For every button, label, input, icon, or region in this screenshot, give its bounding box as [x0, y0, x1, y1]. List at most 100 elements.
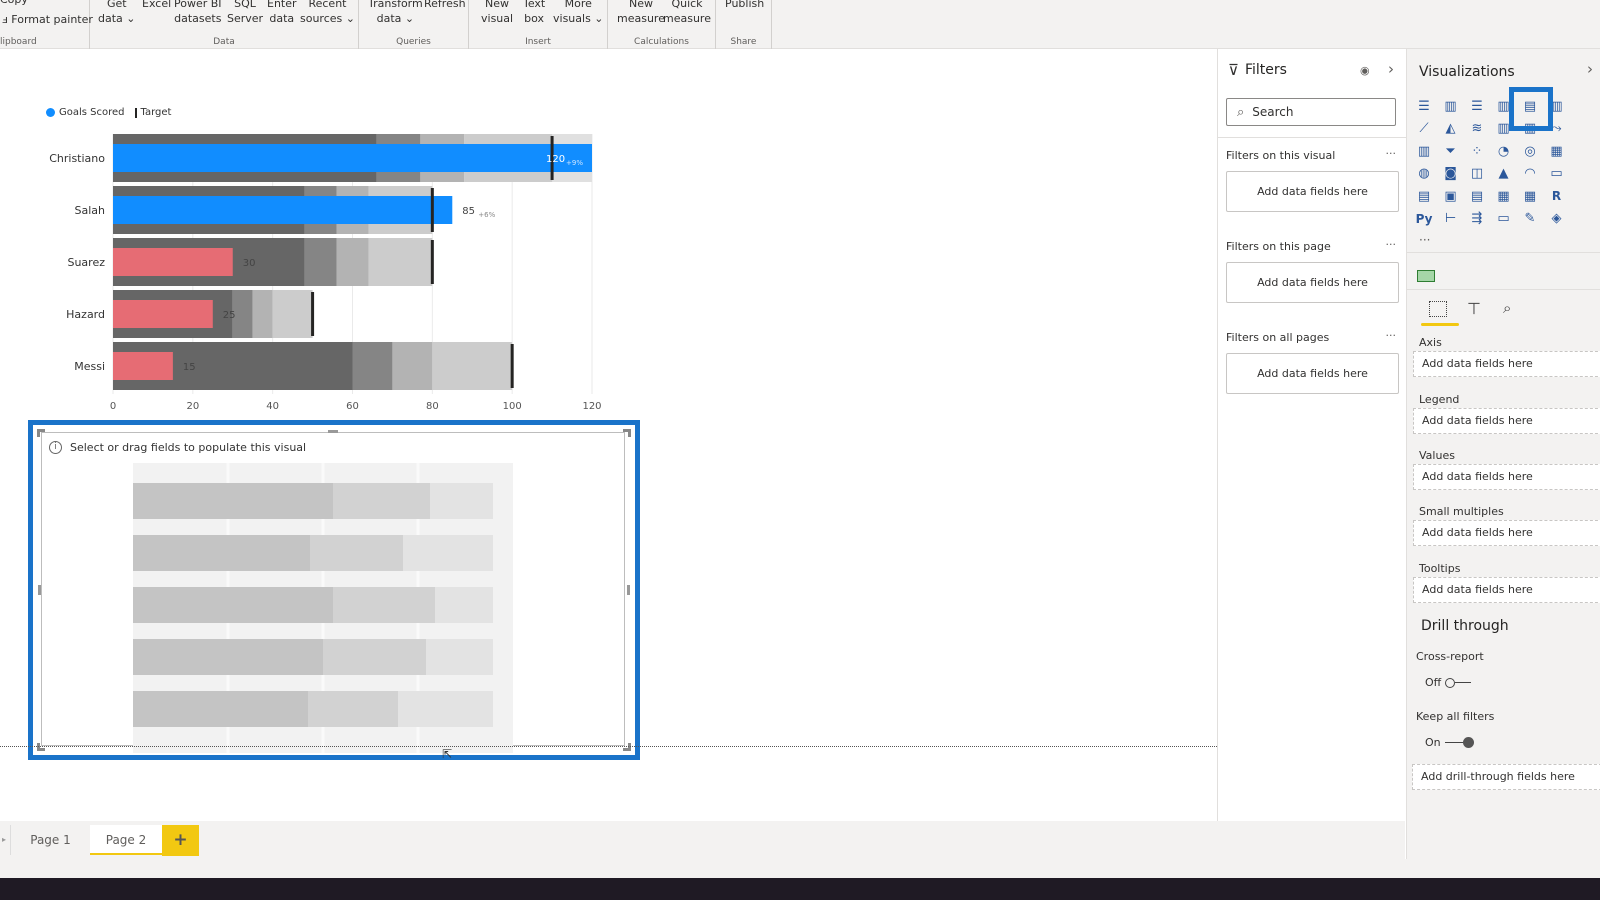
waterfall-icon[interactable]: ▥ — [1415, 142, 1433, 160]
smart-narrative-icon[interactable]: ✎ — [1521, 210, 1539, 228]
value-bar — [113, 196, 453, 224]
python-visual-icon[interactable]: Py — [1415, 210, 1433, 228]
slicer-icon[interactable]: ▤ — [1468, 187, 1486, 205]
funnel-icon[interactable]: ⏷ — [1442, 142, 1460, 160]
custom-visual-icon[interactable] — [1417, 270, 1435, 282]
enter-data-button[interactable]: Enter data — [267, 0, 297, 26]
resize-handle-top[interactable] — [328, 430, 338, 433]
analytics-magnifier-icon[interactable]: ⌕ — [1503, 299, 1511, 317]
azure-map-icon[interactable]: ▲ — [1495, 165, 1513, 183]
value-bar — [113, 352, 173, 380]
gauge-icon[interactable]: ◠ — [1521, 165, 1539, 183]
line-chart-icon[interactable]: ⟋ — [1415, 120, 1433, 138]
get-data-button[interactable]: Get data ⌄ — [98, 0, 136, 26]
cross-report-label: Cross-report — [1416, 650, 1484, 663]
field-well-legend[interactable]: Add data fields here — [1413, 408, 1600, 434]
publish-button[interactable]: Publish — [725, 0, 764, 11]
resize-handle-bottom-left[interactable] — [37, 743, 45, 751]
donut-icon[interactable]: ◎ — [1521, 142, 1539, 160]
bullet-chart-visual[interactable]: Goals Scored Target Christiano 120 +9% Sala… — [40, 95, 602, 425]
filled-map-icon[interactable]: ◙ — [1442, 165, 1460, 183]
btn-line2: measure — [663, 12, 711, 25]
value-bar — [113, 144, 592, 172]
field-well-axis[interactable]: Add data fields here — [1413, 351, 1600, 377]
scatter-icon[interactable]: ⁘ — [1468, 142, 1486, 160]
shape-map-icon[interactable]: ◫ — [1468, 165, 1486, 183]
field-well-label-tooltips: Tooltips — [1419, 562, 1461, 575]
power-bi-datasets-button[interactable]: Power BI datasets — [174, 0, 222, 26]
resize-handle-top-left[interactable] — [37, 429, 45, 437]
qa-icon[interactable]: ▭ — [1495, 210, 1513, 228]
resize-handle-bottom-right[interactable] — [623, 743, 631, 751]
field-well-values[interactable]: Add data fields here — [1413, 464, 1600, 490]
resize-handle-top-right[interactable] — [623, 429, 631, 437]
map-icon[interactable]: ◍ — [1415, 165, 1433, 183]
group-label-insert: Insert — [525, 37, 551, 47]
stacked-area-icon[interactable]: ≋ — [1468, 120, 1486, 138]
stacked-bar-icon[interactable]: ☰ — [1415, 97, 1433, 115]
refresh-button[interactable]: Refresh — [424, 0, 466, 11]
new-measure-button[interactable]: New measure — [617, 0, 665, 26]
sql-server-button[interactable]: SQL Server — [227, 0, 263, 26]
excel-button[interactable]: Excel — [142, 0, 171, 11]
field-well-tooltips[interactable]: Add data fields here — [1413, 577, 1600, 603]
filters-visual-well[interactable]: Add data fields here — [1226, 171, 1399, 212]
copy-button[interactable]: Copy — [0, 0, 28, 7]
page-tab-2[interactable]: Page 2 — [90, 825, 162, 855]
eye-icon[interactable]: ◉ — [1360, 64, 1370, 77]
r-visual-icon[interactable]: R — [1548, 187, 1566, 205]
format-paint-roller-icon[interactable]: ⊤ — [1467, 299, 1481, 318]
fields-tab[interactable] — [1421, 299, 1459, 326]
filters-search-input[interactable]: ⌕ Search — [1226, 98, 1396, 126]
page-tab-1[interactable]: Page 1 — [10, 825, 90, 855]
pie-icon[interactable]: ◔ — [1495, 142, 1513, 160]
report-canvas[interactable]: Goals Scored Target Christiano 120 +9% Sala… — [0, 49, 1217, 821]
mouse-cursor: ⇱ — [442, 747, 453, 761]
format-painter-button[interactable]: ⅎ Format painter — [2, 12, 93, 27]
keep-filters-toggle[interactable]: On — [1425, 736, 1475, 749]
power-apps-icon[interactable]: ◈ — [1548, 210, 1566, 228]
category-label: Suarez — [67, 256, 105, 269]
filters-page-well[interactable]: Add data fields here — [1226, 262, 1399, 303]
cross-report-toggle[interactable]: Off — [1425, 676, 1473, 689]
filters-all-pages-well[interactable]: Add data fields here — [1226, 353, 1399, 394]
transform-data-button[interactable]: Transform data ⌄ — [368, 0, 423, 26]
resize-handle-left[interactable] — [38, 585, 41, 595]
target-marker — [430, 240, 434, 284]
stacked-column-icon[interactable]: ▥ — [1442, 97, 1460, 115]
collapse-viz-chevron-icon[interactable]: › — [1587, 60, 1593, 78]
key-influencers-icon[interactable]: ⊢ — [1442, 210, 1460, 228]
bullet-band — [336, 238, 369, 286]
multirow-card-icon[interactable]: ▤ — [1415, 187, 1433, 205]
card-icon[interactable]: ▭ — [1548, 165, 1566, 183]
matrix-icon[interactable]: ▦ — [1521, 187, 1539, 205]
more-options-icon[interactable]: ··· — [1386, 329, 1397, 342]
btn-line1: Text — [523, 0, 546, 10]
x-tick-label: 120 — [582, 401, 601, 412]
more-options-icon[interactable]: ··· — [1386, 147, 1397, 160]
btn-line2: data ⌄ — [376, 12, 415, 25]
kpi-icon[interactable]: ▣ — [1442, 187, 1460, 205]
page-tabs-bar: ▸ Page 1 Page 2 + — [0, 821, 1405, 859]
new-visual-button[interactable]: New visual — [481, 0, 513, 26]
btn-line1: Recent — [308, 0, 347, 10]
empty-visual-selected[interactable]: i Select or drag fields to populate this… — [28, 420, 640, 760]
recent-sources-button[interactable]: Recent sources ⌄ — [300, 0, 355, 26]
more-visuals-button[interactable]: More visuals ⌄ — [553, 0, 604, 26]
area-chart-icon[interactable]: ◭ — [1442, 120, 1460, 138]
collapse-filters-chevron-icon[interactable]: › — [1388, 60, 1394, 78]
resize-handle-right[interactable] — [627, 585, 630, 595]
clustered-bar-icon[interactable]: ☰ — [1468, 97, 1486, 115]
treemap-icon[interactable]: ▦ — [1548, 142, 1566, 160]
add-page-button[interactable]: + — [162, 825, 199, 856]
decomposition-tree-icon[interactable]: ⇶ — [1468, 210, 1486, 228]
ribbon-group-queries: Transform data ⌄ Refresh Queries — [359, 0, 469, 49]
more-options-icon[interactable]: ··· — [1386, 238, 1397, 251]
drill-through-title: Drill through — [1421, 618, 1509, 634]
quick-measure-button[interactable]: Quick measure — [663, 0, 711, 26]
table-icon[interactable]: ▦ — [1495, 187, 1513, 205]
text-box-button[interactable]: Text box — [523, 0, 545, 26]
drill-through-well[interactable]: Add drill-through fields here — [1412, 764, 1600, 790]
field-well-small-multiples[interactable]: Add data fields here — [1413, 520, 1600, 546]
more-visuals-ellipsis[interactable]: ··· — [1419, 233, 1430, 247]
